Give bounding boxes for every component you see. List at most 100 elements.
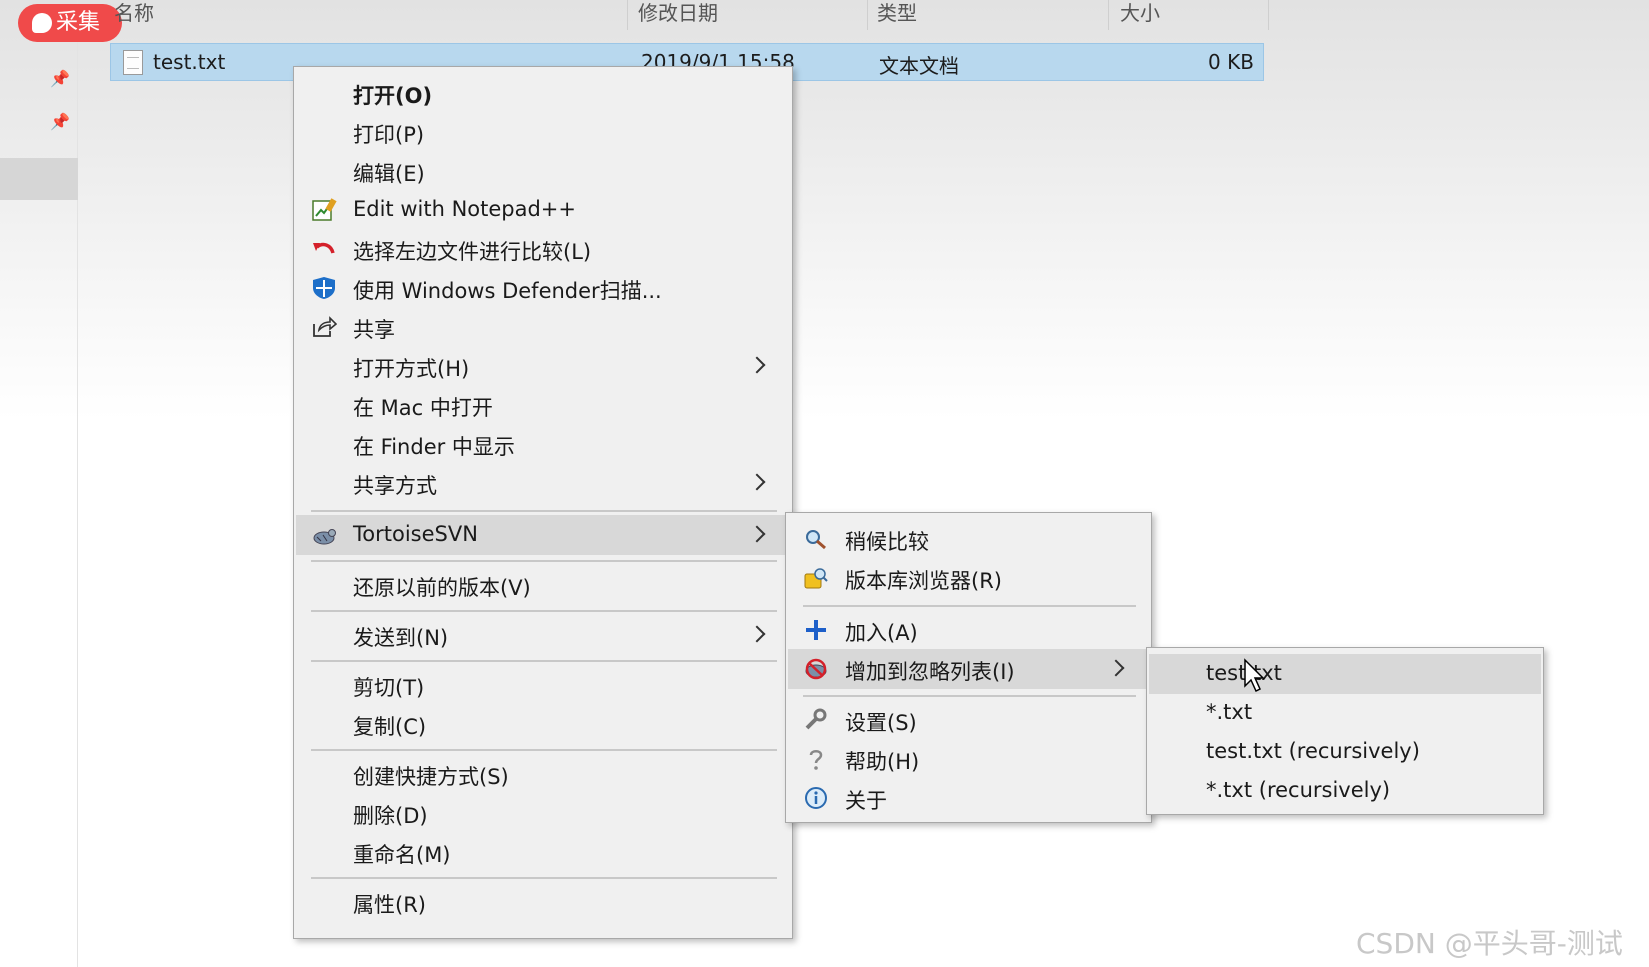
menu-item-label: 发送到(N) — [353, 626, 449, 650]
menu-separator — [311, 877, 777, 879]
menu-item-label: 剪切(T) — [353, 676, 425, 700]
menu-item-label: 重命名(M) — [353, 843, 451, 867]
menu-item-label: Edit with Notepad++ — [353, 197, 577, 221]
menu-item-rename[interactable]: 重命名(M) — [296, 832, 790, 872]
menu-item-share-via[interactable]: 共享方式 — [296, 463, 790, 503]
pin-icon[interactable]: 📌 — [50, 70, 70, 88]
info-icon — [803, 786, 829, 810]
plus-icon — [803, 618, 829, 642]
menu-item-diff-later[interactable]: 稍候比较 — [788, 519, 1149, 559]
menu-item-restore-previous[interactable]: 还原以前的版本(V) — [296, 565, 790, 605]
menu-item-label: 共享 — [353, 318, 395, 342]
ignore-submenu: test.txt *.txt test.txt (recursively) *.… — [1146, 647, 1544, 815]
menu-item-label: 版本库浏览器(R) — [845, 569, 1002, 593]
column-divider[interactable] — [1268, 0, 1269, 30]
menu-item-ignore-extension-recursive[interactable]: *.txt (recursively) — [1149, 771, 1541, 811]
menu-item-label: 增加到忽略列表(I) — [845, 660, 1015, 684]
menu-item-properties[interactable]: 属性(R) — [296, 882, 790, 922]
menu-item-label: 使用 Windows Defender扫描... — [353, 279, 662, 303]
menu-item-label: 选择左边文件进行比较(L) — [353, 240, 592, 264]
menu-item-ignore-file[interactable]: test.txt — [1149, 654, 1541, 694]
wrench-icon — [803, 708, 829, 732]
ignore-icon — [803, 657, 829, 681]
menu-item-ignore-file-recursive[interactable]: test.txt (recursively) — [1149, 732, 1541, 772]
menu-item-cut[interactable]: 剪切(T) — [296, 665, 790, 705]
menu-item-share[interactable]: 共享 — [296, 307, 790, 347]
menu-item-show-in-finder[interactable]: 在 Finder 中显示 — [296, 424, 790, 464]
chevron-right-icon — [1107, 659, 1125, 677]
menu-item-repo-browser[interactable]: 版本库浏览器(R) — [788, 558, 1149, 598]
collect-badge[interactable]: 采集 — [18, 4, 122, 42]
menu-item-ignore-extension[interactable]: *.txt — [1149, 693, 1541, 733]
file-name: test.txt — [153, 50, 226, 74]
column-header-type[interactable]: 类型 — [877, 0, 917, 30]
column-divider[interactable] — [867, 0, 868, 30]
menu-separator — [311, 610, 777, 612]
column-divider[interactable] — [627, 0, 628, 30]
menu-item-compare-left[interactable]: 选择左边文件进行比较(L) — [296, 229, 790, 269]
menu-item-label: 设置(S) — [845, 711, 917, 735]
menu-item-label: 打印(P) — [353, 123, 425, 147]
notepad-plus-icon — [311, 198, 337, 222]
column-header-name[interactable]: 名称 — [114, 0, 154, 30]
menu-item-label: 关于 — [845, 789, 887, 813]
repo-browser-icon — [803, 566, 829, 590]
menu-separator — [311, 749, 777, 751]
menu-item-about[interactable]: 关于 — [788, 778, 1149, 818]
menu-item-label: 共享方式 — [353, 474, 437, 498]
watermark: CSDN @平头哥-测试 — [1356, 927, 1623, 960]
menu-item-label: TortoiseSVN — [353, 522, 478, 546]
menu-item-label: 打开(O) — [353, 84, 433, 108]
chevron-right-icon — [748, 356, 766, 374]
menu-item-label: 属性(R) — [353, 893, 426, 917]
menu-item-help[interactable]: 帮助(H) — [788, 739, 1149, 779]
tortoisesvn-icon — [311, 523, 337, 547]
chevron-right-icon — [748, 473, 766, 491]
menu-item-label: *.txt (recursively) — [1206, 778, 1391, 802]
pin-icon[interactable]: 📌 — [50, 113, 70, 131]
menu-item-edit-notepadpp[interactable]: Edit with Notepad++ — [296, 190, 790, 230]
menu-item-open-with[interactable]: 打开方式(H) — [296, 346, 790, 386]
magnifier-icon — [803, 527, 829, 551]
menu-item-label: 还原以前的版本(V) — [353, 576, 531, 600]
menu-item-label: 加入(A) — [845, 621, 918, 645]
file-type: 文本文档 — [879, 54, 959, 78]
menu-item-edit[interactable]: 编辑(E) — [296, 151, 790, 191]
menu-item-send-to[interactable]: 发送到(N) — [296, 615, 790, 655]
menu-item-add[interactable]: 加入(A) — [788, 610, 1149, 650]
menu-separator — [803, 605, 1136, 607]
mouse-cursor-icon — [1243, 658, 1267, 694]
nav-selected-item[interactable] — [0, 158, 78, 200]
menu-item-label: 在 Mac 中打开 — [353, 396, 493, 420]
menu-item-label: 编辑(E) — [353, 162, 425, 186]
column-header-size[interactable]: 大小 — [1120, 0, 1160, 30]
column-header-modified[interactable]: 修改日期 — [638, 0, 718, 30]
share-icon — [311, 315, 337, 339]
menu-item-label: 帮助(H) — [845, 750, 920, 774]
menu-item-open-in-mac[interactable]: 在 Mac 中打开 — [296, 385, 790, 425]
tortoisesvn-submenu: 稍候比较 版本库浏览器(R) 加入(A) 增加到忽略列表(I) 设置(S) 帮助… — [785, 512, 1152, 823]
menu-item-label: 创建快捷方式(S) — [353, 765, 509, 789]
menu-item-label: 复制(C) — [353, 715, 427, 739]
collect-icon — [32, 13, 52, 33]
menu-item-delete[interactable]: 删除(D) — [296, 793, 790, 833]
menu-item-label: 稍候比较 — [845, 530, 929, 554]
menu-item-create-shortcut[interactable]: 创建快捷方式(S) — [296, 754, 790, 794]
chevron-right-icon — [748, 525, 766, 543]
menu-item-label: 打开方式(H) — [353, 357, 470, 381]
menu-item-settings[interactable]: 设置(S) — [788, 700, 1149, 740]
menu-item-label: test.txt (recursively) — [1206, 739, 1420, 763]
chevron-right-icon — [748, 625, 766, 643]
menu-item-copy[interactable]: 复制(C) — [296, 704, 790, 744]
menu-separator — [803, 695, 1136, 697]
file-size: 0 KB — [1208, 50, 1254, 74]
menu-item-defender-scan[interactable]: 使用 Windows Defender扫描... — [296, 268, 790, 308]
column-divider[interactable] — [1108, 0, 1109, 30]
menu-item-add-to-ignore[interactable]: 增加到忽略列表(I) — [788, 649, 1149, 689]
menu-item-tortoisesvn[interactable]: TortoiseSVN — [296, 515, 790, 555]
help-icon — [803, 747, 829, 771]
menu-item-print[interactable]: 打印(P) — [296, 112, 790, 152]
menu-separator — [311, 510, 777, 512]
menu-item-open[interactable]: 打开(O) — [296, 73, 790, 113]
collect-label: 采集 — [56, 10, 101, 35]
